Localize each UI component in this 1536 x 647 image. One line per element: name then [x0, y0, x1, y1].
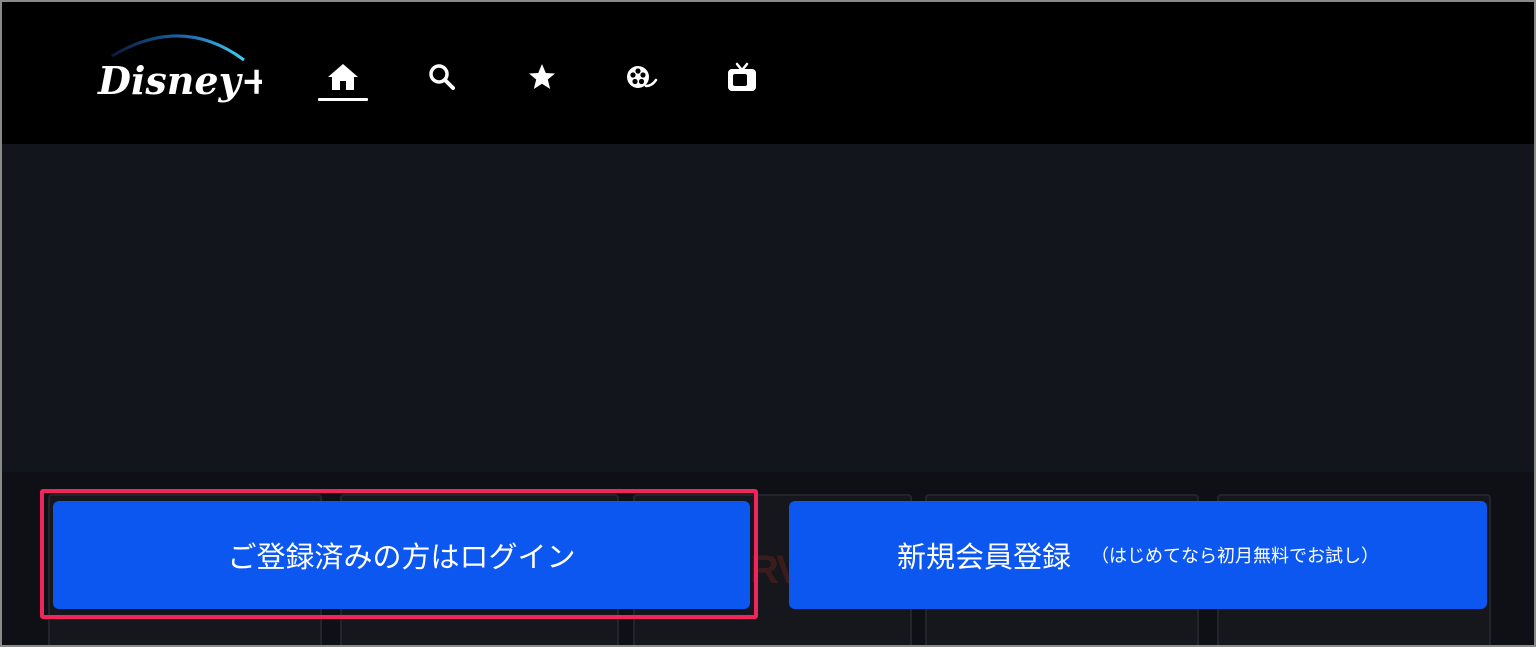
nav-movies[interactable]	[616, 57, 666, 97]
star-icon	[529, 64, 555, 89]
signup-button-sublabel: （はじめてなら初月無料でお試し）	[1091, 546, 1379, 567]
nav-watchlist[interactable]	[517, 57, 567, 97]
film-reel-icon	[627, 66, 658, 88]
login-button[interactable]: ご登録済みの方はログイン	[53, 501, 750, 609]
search-icon	[429, 64, 455, 90]
nav-home[interactable]	[318, 57, 368, 101]
signup-button-label: 新規会員登録	[896, 540, 1071, 574]
nav-series[interactable]	[717, 57, 767, 97]
nav-search[interactable]	[417, 57, 467, 97]
app-frame: Disney+ RV ご登録済みの方はログイン 新規会員登録 （はじめてなら初月…	[0, 0, 1536, 647]
signup-button[interactable]: 新規会員登録 （はじめてなら初月無料でお試し）	[789, 501, 1487, 609]
disney-plus-logo[interactable]: Disney+	[92, 22, 262, 117]
top-navigation-bar: Disney+	[2, 2, 1534, 144]
home-icon	[328, 64, 358, 90]
hero-banner-area	[2, 144, 1534, 472]
tv-icon	[728, 62, 756, 91]
logo-wordmark: Disney+	[97, 58, 262, 103]
